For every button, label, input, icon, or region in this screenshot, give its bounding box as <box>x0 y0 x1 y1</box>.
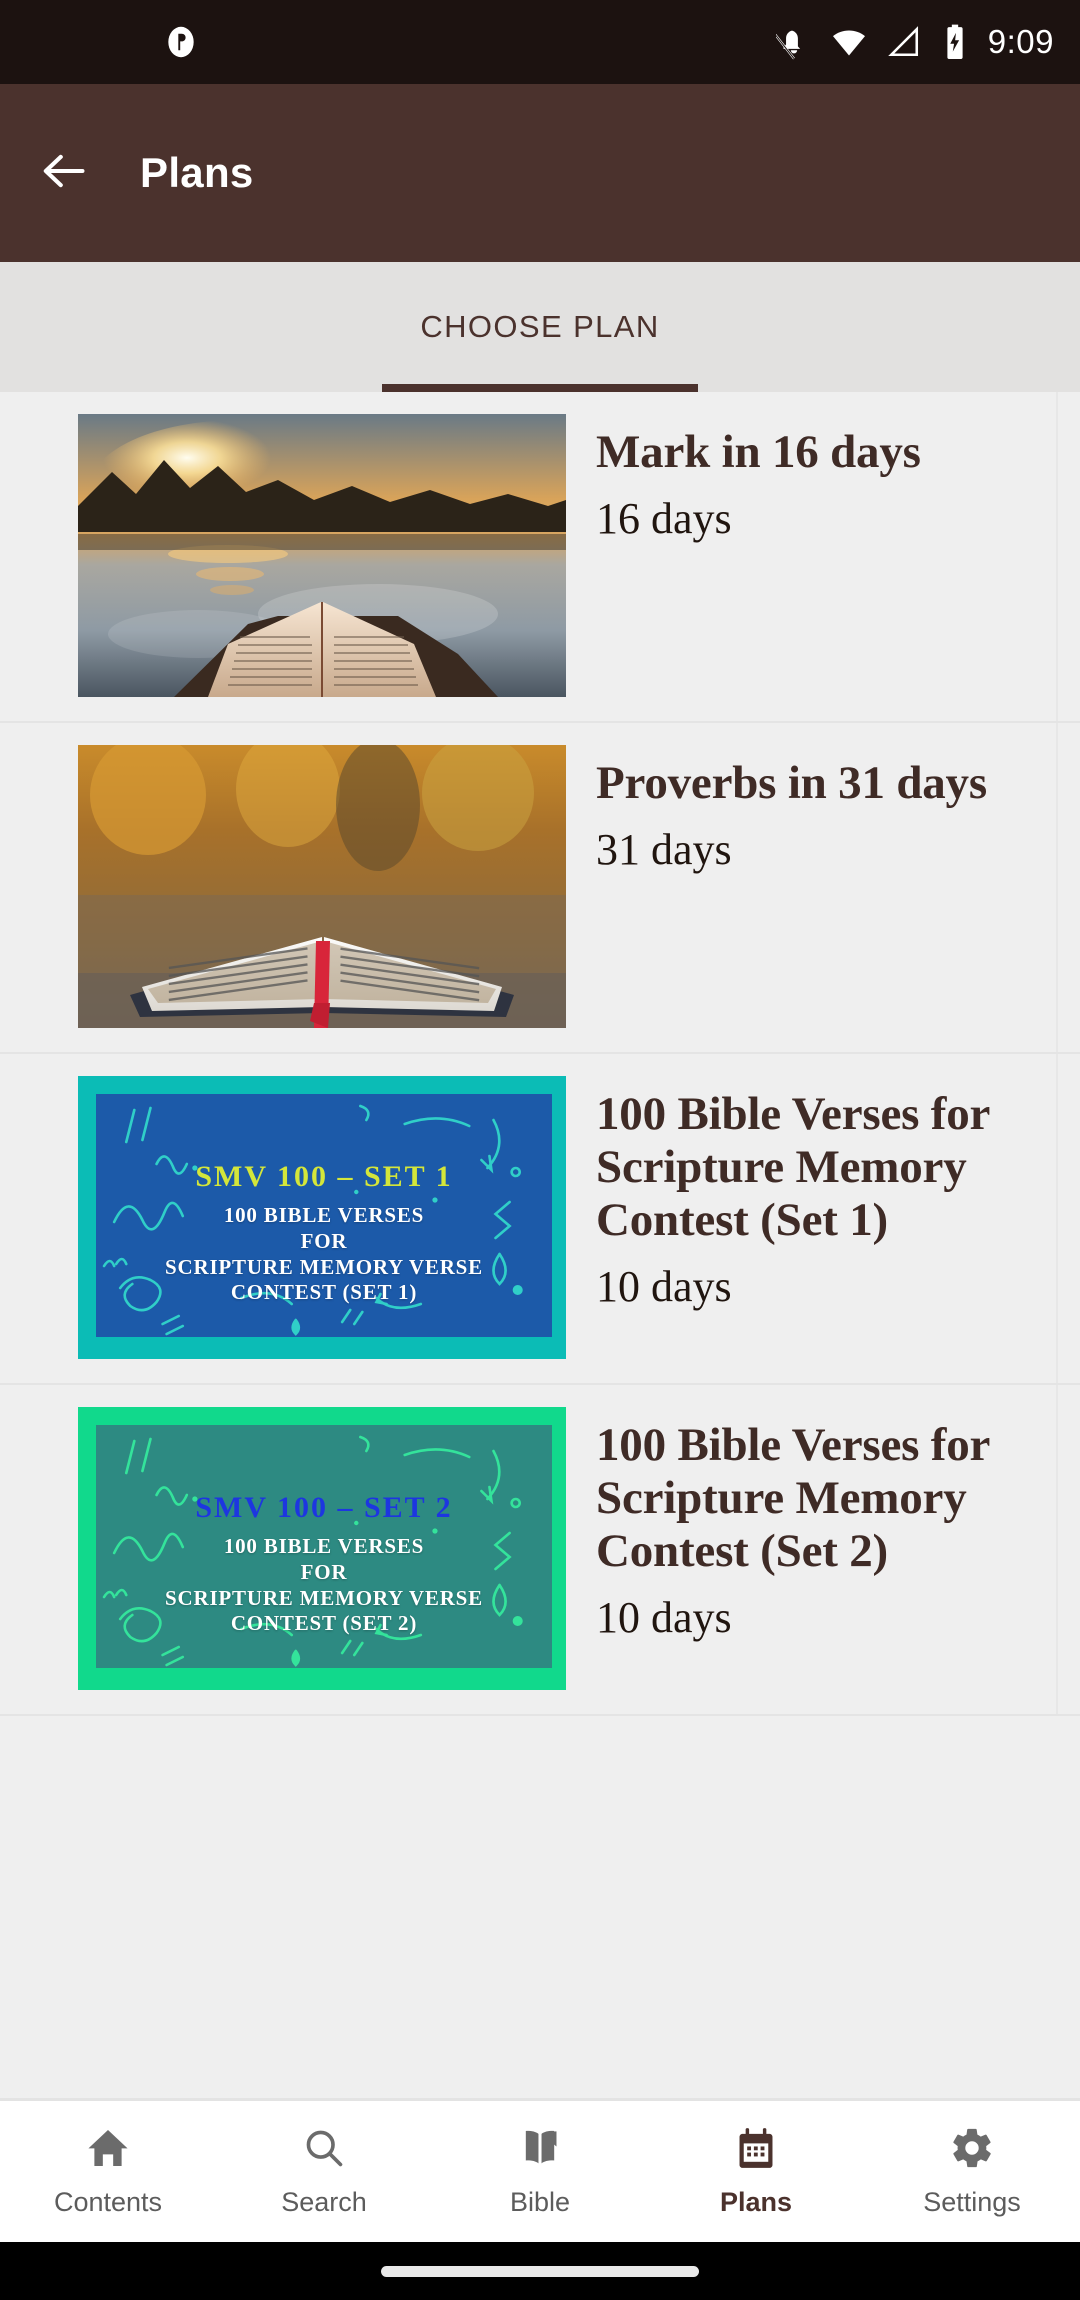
poster-line-4: CONTEST (SET 1) <box>230 1280 418 1305</box>
plan-duration: 31 days <box>596 825 732 875</box>
status-bar-clock: 9:09 <box>987 23 1054 60</box>
tab-active-indicator <box>382 384 698 392</box>
poster-artwork: SMV 100 – SET 2 100 BIBLE VERSES FOR SCR… <box>78 1407 566 1690</box>
gesture-navigation-bar <box>0 2242 1080 2300</box>
plan-thumbnail-wrapper <box>78 745 566 1028</box>
poster-subtext: 100 BIBLE VERSES FOR SCRIPTURE MEMORY VE… <box>96 1534 552 1636</box>
nav-label-bible: Bible <box>509 2187 571 2217</box>
cellular-signal-icon <box>886 24 922 60</box>
plan-duration: 10 days <box>596 1262 732 1312</box>
plan-duration: 16 days <box>596 494 732 544</box>
page-title: Plans <box>140 149 254 196</box>
poster-line-4: CONTEST (SET 2) <box>230 1611 418 1636</box>
plan-thumbnail-smv-100-set-2-poster: SMV 100 – SET 2 100 BIBLE VERSES FOR SCR… <box>78 1407 566 1690</box>
plan-text: Proverbs in 31 days 31 days <box>596 745 1080 875</box>
list-item[interactable]: SMV 100 – SET 2 100 BIBLE VERSES FOR SCR… <box>0 1385 1080 1716</box>
home-icon <box>85 2125 131 2176</box>
nav-item-settings[interactable]: Settings <box>864 2125 1080 2218</box>
plan-thumbnail-wrapper: SMV 100 – SET 1 100 BIBLE VERSES FOR SCR… <box>78 1076 566 1359</box>
plan-text: 100 Bible Verses for Scripture Memory Co… <box>596 1407 1080 1643</box>
app-screen: 9:09 Plans CHOOSE PLAN Mark in 16 days 1… <box>0 0 1080 2300</box>
notifications-off-icon <box>775 24 812 60</box>
plan-duration: 10 days <box>596 1593 732 1643</box>
nav-label-search: Search <box>281 2187 367 2217</box>
plan-title: 100 Bible Verses for Scripture Memory Co… <box>596 1088 990 1247</box>
poster-line-1: 100 BIBLE VERSES <box>223 1203 425 1228</box>
plan-title: Proverbs in 31 days <box>596 757 987 809</box>
plan-text: 100 Bible Verses for Scripture Memory Co… <box>596 1076 1080 1312</box>
search-icon <box>301 2125 347 2176</box>
nav-item-bible[interactable]: Bible <box>432 2125 648 2218</box>
plan-title: Mark in 16 days <box>596 426 921 478</box>
list-item[interactable]: Proverbs in 31 days 31 days <box>0 723 1080 1054</box>
tab-choose-plan[interactable]: CHOOSE PLAN <box>382 262 698 392</box>
poster-inner-panel: SMV 100 – SET 1 100 BIBLE VERSES FOR SCR… <box>96 1094 552 1337</box>
back-button[interactable] <box>34 143 94 203</box>
tab-bar: CHOOSE PLAN <box>0 262 1080 392</box>
plan-list[interactable]: Mark in 16 days 16 days Proverbs in 31 d… <box>0 392 1080 2098</box>
gear-icon <box>949 2125 995 2176</box>
battery-charging-icon <box>940 23 970 61</box>
poster-heading: SMV 100 – SET 1 <box>195 1159 453 1193</box>
poster-artwork: SMV 100 – SET 1 100 BIBLE VERSES FOR SCR… <box>78 1076 566 1359</box>
bottom-navigation: Contents Search Bible Plans Settings <box>0 2098 1080 2242</box>
nav-label-settings: Settings <box>923 2187 1021 2217</box>
nav-item-search[interactable]: Search <box>216 2125 432 2218</box>
poster-line-1: 100 BIBLE VERSES <box>223 1534 425 1559</box>
back-arrow-icon <box>38 145 90 202</box>
status-bar: 9:09 <box>0 0 1080 84</box>
list-item[interactable]: SMV 100 – SET 1 100 BIBLE VERSES FOR SCR… <box>0 1054 1080 1385</box>
poster-line-3: SCRIPTURE MEMORY VERSE <box>165 1585 483 1610</box>
status-bar-left <box>162 23 200 61</box>
wifi-icon <box>830 23 868 61</box>
plan-text: Mark in 16 days 16 days <box>596 414 1080 544</box>
plan-thumbnail-smv-100-set-1-poster: SMV 100 – SET 1 100 BIBLE VERSES FOR SCR… <box>78 1076 566 1359</box>
poster-subtext: 100 BIBLE VERSES FOR SCRIPTURE MEMORY VE… <box>96 1203 552 1305</box>
nav-item-plans[interactable]: Plans <box>648 2125 864 2218</box>
plan-thumbnail-autumn-open-bible-photo <box>78 745 566 1028</box>
plan-thumbnail-sunset-lake-open-bible-photo <box>78 414 566 697</box>
status-bar-right: 9:09 <box>775 23 1054 61</box>
nav-label-plans: Plans <box>719 2187 793 2217</box>
poster-line-2: FOR <box>300 1559 348 1584</box>
tab-choose-plan-label: CHOOSE PLAN <box>420 309 660 344</box>
plan-thumbnail-wrapper <box>78 414 566 697</box>
list-item[interactable]: Mark in 16 days 16 days <box>0 392 1080 723</box>
plan-title: 100 Bible Verses for Scripture Memory Co… <box>596 1419 990 1578</box>
gesture-handle[interactable] <box>381 2265 699 2277</box>
poster-heading: SMV 100 – SET 2 <box>195 1490 453 1524</box>
calendar-icon <box>733 2125 779 2176</box>
nav-label-contents: Contents <box>53 2187 163 2217</box>
app-notification-icon <box>162 23 200 61</box>
poster-line-3: SCRIPTURE MEMORY VERSE <box>165 1254 483 1279</box>
poster-inner-panel: SMV 100 – SET 2 100 BIBLE VERSES FOR SCR… <box>96 1425 552 1668</box>
app-bar: Plans <box>0 84 1080 262</box>
nav-item-contents[interactable]: Contents <box>0 2125 216 2218</box>
plan-thumbnail-wrapper: SMV 100 – SET 2 100 BIBLE VERSES FOR SCR… <box>78 1407 566 1690</box>
poster-line-2: FOR <box>300 1228 348 1253</box>
open-book-icon <box>517 2125 563 2176</box>
